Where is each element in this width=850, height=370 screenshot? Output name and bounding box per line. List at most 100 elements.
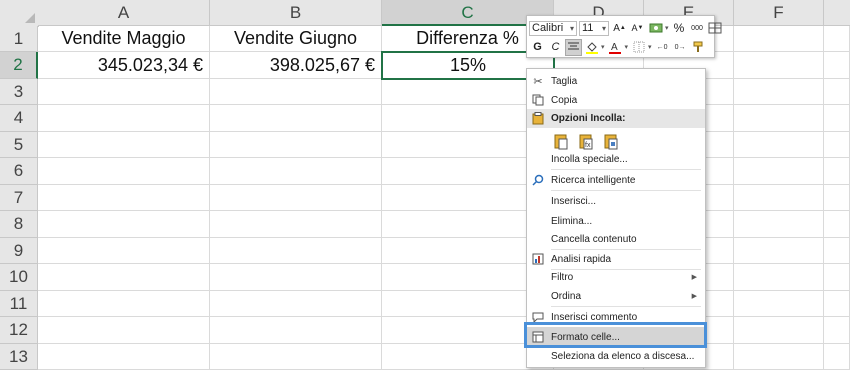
grid-cell[interactable] bbox=[38, 291, 210, 317]
grid-cell[interactable] bbox=[210, 185, 382, 211]
grid-cell[interactable] bbox=[824, 291, 850, 317]
grid-cell[interactable] bbox=[210, 291, 382, 317]
row-header-5[interactable]: 5 bbox=[0, 132, 38, 158]
chevron-down-icon[interactable]: ▾ bbox=[648, 43, 652, 51]
grid-cell[interactable] bbox=[210, 79, 382, 105]
font-size-combo[interactable]: 11 ▾ bbox=[579, 20, 609, 36]
row-header-8[interactable]: 8 bbox=[0, 211, 38, 238]
row-header-12[interactable]: 12 bbox=[0, 317, 38, 344]
grid-cell[interactable] bbox=[38, 105, 210, 132]
menu-item-delete[interactable]: Elimina... bbox=[527, 211, 705, 231]
chevron-down-icon[interactable]: ▾ bbox=[601, 43, 605, 51]
paste-formulas-icon[interactable]: fx bbox=[576, 131, 596, 151]
menu-item-clear-contents[interactable]: Cancella contenuto bbox=[527, 229, 705, 249]
cell-b1[interactable]: Vendite Giugno bbox=[210, 26, 382, 52]
grid-cell[interactable] bbox=[38, 238, 210, 264]
align-center-icon[interactable] bbox=[565, 38, 582, 56]
percent-button[interactable]: % bbox=[671, 20, 688, 37]
menu-item-sort[interactable]: Ordina ▶ bbox=[527, 286, 705, 306]
grid-cell[interactable] bbox=[734, 158, 824, 185]
grid-cell[interactable] bbox=[38, 79, 210, 105]
grid-cell[interactable] bbox=[824, 238, 850, 264]
menu-item-quick-analysis[interactable]: Analisi rapida bbox=[527, 249, 705, 269]
increase-decimal-icon[interactable]: ←0 bbox=[654, 39, 671, 56]
grid-cell[interactable] bbox=[734, 211, 824, 238]
grid-cell[interactable] bbox=[824, 317, 850, 344]
currency-icon[interactable] bbox=[647, 20, 664, 37]
decrease-decimal-icon[interactable]: 0→ bbox=[672, 39, 689, 56]
grid-cell[interactable] bbox=[38, 344, 210, 370]
grid-cell[interactable] bbox=[734, 344, 824, 370]
menu-item-smart-lookup[interactable]: Ricerca intelligente bbox=[527, 170, 705, 190]
row-header-13[interactable]: 13 bbox=[0, 344, 38, 370]
chevron-down-icon[interactable]: ▾ bbox=[665, 24, 669, 32]
grid-cell[interactable] bbox=[210, 132, 382, 158]
grid-cell[interactable] bbox=[824, 26, 850, 52]
menu-item-cut[interactable]: ✂ Taglia bbox=[527, 71, 705, 91]
borders-icon[interactable] bbox=[630, 39, 647, 56]
row-header-7[interactable]: 7 bbox=[0, 185, 38, 211]
column-header-b[interactable]: B bbox=[210, 0, 382, 26]
row-header-1[interactable]: 1 bbox=[0, 26, 38, 52]
grid-cell[interactable] bbox=[38, 132, 210, 158]
grid-cell[interactable] bbox=[824, 79, 850, 105]
row-header-10[interactable]: 10 bbox=[0, 264, 38, 291]
grid-cell[interactable] bbox=[734, 185, 824, 211]
chevron-down-icon[interactable]: ▾ bbox=[625, 43, 629, 51]
grid-cell[interactable] bbox=[38, 317, 210, 344]
grid-cell[interactable] bbox=[734, 132, 824, 158]
menu-item-insert[interactable]: Inserisci... bbox=[527, 191, 705, 211]
paste-values-icon[interactable] bbox=[601, 131, 621, 151]
fill-color-icon[interactable] bbox=[583, 39, 600, 56]
menu-item-copy[interactable]: Copia bbox=[527, 90, 705, 110]
grid-cell[interactable] bbox=[734, 291, 824, 317]
row-header-4[interactable]: 4 bbox=[0, 105, 38, 132]
grid-cell[interactable] bbox=[38, 211, 210, 238]
decrease-font-icon[interactable]: A ▼ bbox=[629, 20, 646, 37]
grid-cell[interactable] bbox=[824, 52, 850, 79]
select-all-corner[interactable] bbox=[0, 0, 39, 27]
column-header-f[interactable]: F bbox=[734, 0, 824, 26]
cell-a2[interactable]: 345.023,34 € bbox=[38, 52, 210, 79]
row-header-6[interactable]: 6 bbox=[0, 158, 38, 185]
grid-cell[interactable] bbox=[824, 211, 850, 238]
cell-b2[interactable]: 398.025,67 € bbox=[210, 52, 382, 79]
grid-cell[interactable] bbox=[824, 344, 850, 370]
increase-font-icon[interactable]: A ▲ bbox=[611, 20, 628, 37]
grid-cell[interactable] bbox=[824, 185, 850, 211]
grid-cell[interactable] bbox=[38, 185, 210, 211]
column-header-a[interactable]: A bbox=[38, 0, 210, 26]
grid-cell[interactable] bbox=[734, 26, 824, 52]
column-header-next[interactable] bbox=[824, 0, 850, 26]
grid-cell[interactable] bbox=[734, 79, 824, 105]
row-header-9[interactable]: 9 bbox=[0, 238, 38, 264]
row-header-2[interactable]: 2 bbox=[0, 52, 38, 79]
grid-cell[interactable] bbox=[734, 105, 824, 132]
bold-button[interactable]: G bbox=[529, 39, 546, 56]
grid-cell[interactable] bbox=[824, 264, 850, 291]
italic-button[interactable]: C bbox=[547, 39, 564, 56]
menu-item-paste-special[interactable]: Incolla speciale... bbox=[527, 149, 705, 169]
grid-cell[interactable] bbox=[734, 264, 824, 291]
grid-cell[interactable] bbox=[210, 264, 382, 291]
font-name-combo[interactable]: Calibri ▾ bbox=[529, 20, 577, 36]
grid-cell[interactable] bbox=[824, 132, 850, 158]
font-color-icon[interactable]: A bbox=[607, 39, 624, 56]
paste-icon[interactable] bbox=[551, 131, 571, 151]
grid-cell[interactable] bbox=[734, 317, 824, 344]
grid-cell[interactable] bbox=[210, 211, 382, 238]
grid-cell[interactable] bbox=[210, 317, 382, 344]
format-painter-icon[interactable] bbox=[690, 39, 707, 56]
grid-cell[interactable] bbox=[38, 158, 210, 185]
grid-cell[interactable] bbox=[210, 238, 382, 264]
row-header-11[interactable]: 11 bbox=[0, 291, 38, 317]
grid-cell[interactable] bbox=[38, 264, 210, 291]
row-header-3[interactable]: 3 bbox=[0, 79, 38, 105]
menu-item-pick-from-list[interactable]: Seleziona da elenco a discesa... bbox=[527, 346, 705, 366]
grid-cell[interactable] bbox=[210, 158, 382, 185]
grid-cell[interactable] bbox=[824, 105, 850, 132]
grid-cell[interactable] bbox=[210, 105, 382, 132]
cell-a1[interactable]: Vendite Maggio bbox=[38, 26, 210, 52]
menu-item-filter[interactable]: Filtro ▶ bbox=[527, 267, 705, 287]
grid-cell[interactable] bbox=[210, 344, 382, 370]
